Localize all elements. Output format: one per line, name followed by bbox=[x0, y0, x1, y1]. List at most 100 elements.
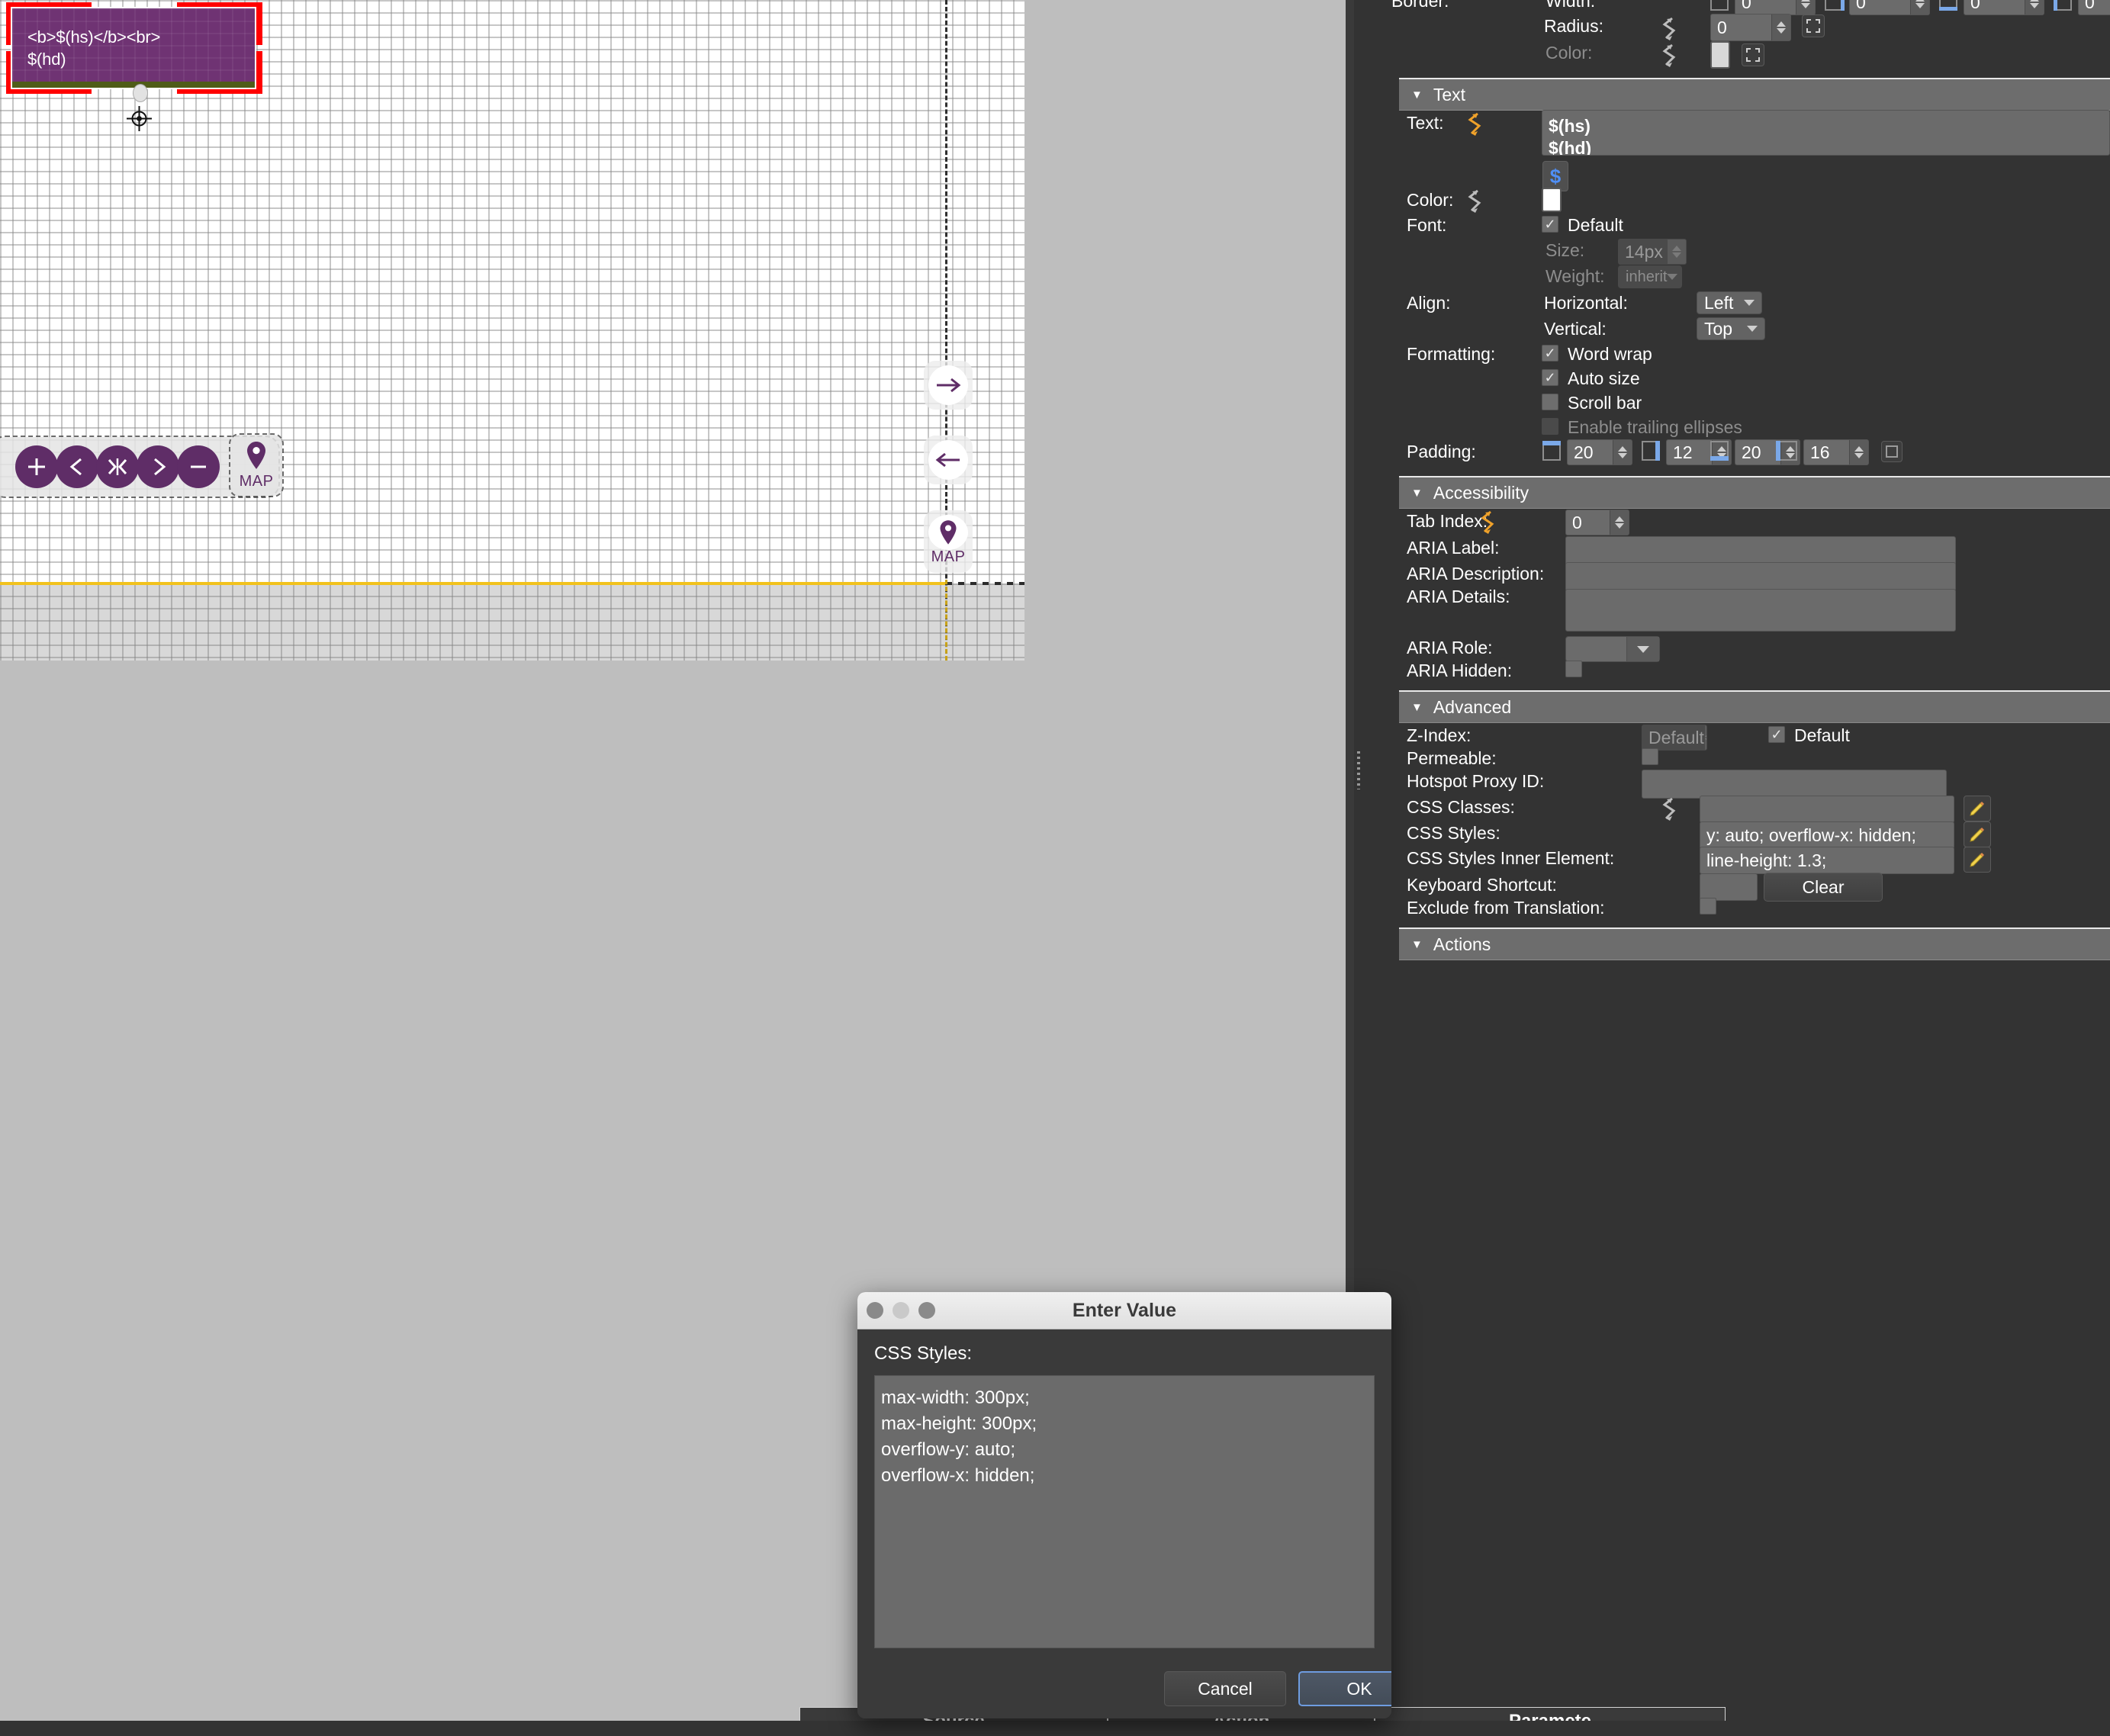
dialog-ok-button[interactable]: OK bbox=[1298, 1671, 1391, 1706]
padding-left-stepper[interactable]: 16 bbox=[1803, 439, 1869, 465]
align-horizontal-select[interactable]: Left bbox=[1697, 291, 1762, 314]
formatting-label: Formatting: bbox=[1407, 344, 1496, 364]
border-edge-marker-bottom bbox=[1939, 7, 1957, 11]
aria-role-select[interactable] bbox=[1565, 636, 1660, 662]
dialog-value-textarea[interactable]: max-width: 300px; max-height: 300px; ove… bbox=[874, 1375, 1375, 1648]
aria-hidden-checkbox[interactable]: ✓ bbox=[1565, 661, 1582, 677]
text-binding-icon[interactable] bbox=[1462, 111, 1485, 137]
enter-value-dialog[interactable]: Enter Value CSS Styles: max-width: 300px… bbox=[857, 1292, 1391, 1718]
css-classes-edit-pencil-icon[interactable] bbox=[1964, 796, 1991, 821]
section-header-text[interactable]: ▼ Text bbox=[1399, 78, 2110, 111]
padding-all-button[interactable] bbox=[1881, 441, 1903, 462]
css-styles-input[interactable]: y: auto; overflow-x: hidden; bbox=[1700, 821, 1954, 849]
dialog-body: CSS Styles: max-width: 300px; max-height… bbox=[857, 1329, 1391, 1718]
text-color-swatch[interactable] bbox=[1542, 188, 1562, 212]
toolbar-plus-button[interactable] bbox=[15, 445, 58, 488]
toolbar-next-button[interactable] bbox=[137, 445, 179, 488]
align-vertical-select[interactable]: Top bbox=[1697, 317, 1765, 340]
border-width-top-icon[interactable] bbox=[1710, 0, 1729, 11]
border-edge-marker-left bbox=[2054, 0, 2057, 11]
insert-variable-button[interactable]: $ bbox=[1542, 161, 1568, 191]
aria-label-input[interactable] bbox=[1565, 536, 1956, 565]
map-button-secondary[interactable]: MAP bbox=[924, 510, 973, 573]
aria-details-textarea[interactable] bbox=[1565, 589, 1956, 632]
trailing-ellipses-checkbox[interactable]: ✓ bbox=[1542, 418, 1558, 435]
hotspot-widget[interactable]: <b>$(hs)</b><br> $(hd) bbox=[11, 7, 256, 89]
toolbar-collapse-button[interactable] bbox=[96, 445, 139, 488]
chevron-down-icon: ▼ bbox=[1411, 88, 1423, 101]
css-styles-inner-input[interactable]: line-height: 1.3; bbox=[1700, 847, 1954, 874]
border-width-top-stepper[interactable]: 0 bbox=[1735, 0, 1816, 15]
text-color-label: Color: bbox=[1407, 190, 1454, 210]
keyboard-shortcut-input[interactable] bbox=[1700, 873, 1758, 901]
css-styles-label: CSS Styles: bbox=[1407, 823, 1500, 843]
css-classes-input[interactable] bbox=[1700, 796, 1954, 823]
padding-top-stepper[interactable]: 20 bbox=[1567, 439, 1632, 465]
aria-details-label: ARIA Details: bbox=[1407, 587, 1510, 606]
toolbar-prev-button[interactable] bbox=[56, 445, 98, 488]
stepper-arrows[interactable] bbox=[1910, 0, 1929, 14]
border-color-sides-button[interactable] bbox=[1742, 43, 1764, 66]
stepper-arrows[interactable] bbox=[1613, 440, 1632, 465]
word-wrap-checkbox[interactable]: ✓ bbox=[1542, 345, 1558, 362]
stepper-arrows[interactable] bbox=[2025, 0, 2044, 14]
padding-edge-bottom bbox=[1710, 456, 1729, 461]
z-index-stepper[interactable]: Default bbox=[1642, 725, 1707, 751]
page-fold-line-dashed bbox=[946, 582, 1024, 585]
padding-left-icon[interactable] bbox=[1779, 441, 1797, 461]
aria-label-label: ARIA Label: bbox=[1407, 538, 1500, 558]
border-width-right-stepper[interactable]: 0 bbox=[1849, 0, 1930, 15]
text-value-textarea[interactable]: $(hs) $(hd) bbox=[1542, 110, 2110, 156]
clear-shortcut-button[interactable]: Clear bbox=[1764, 873, 1883, 902]
rotation-anchor-icon[interactable] bbox=[127, 106, 152, 131]
vertical-guide-lower bbox=[945, 580, 947, 661]
border-radius-corners-button[interactable] bbox=[1802, 14, 1825, 37]
aria-description-input[interactable] bbox=[1565, 562, 1956, 591]
border-color-swatch[interactable] bbox=[1710, 41, 1730, 69]
tab-index-stepper[interactable]: 0 bbox=[1565, 510, 1629, 535]
permeable-checkbox[interactable]: ✓ bbox=[1642, 748, 1658, 765]
scroll-bar-label: Scroll bar bbox=[1568, 393, 1642, 413]
dialog-titlebar[interactable]: Enter Value bbox=[857, 1292, 1391, 1329]
stepper-arrows[interactable] bbox=[1771, 14, 1790, 40]
stepper-arrows[interactable] bbox=[1849, 440, 1868, 465]
stepper-arrows[interactable] bbox=[1796, 0, 1815, 14]
css-classes-binding-icon[interactable] bbox=[1657, 796, 1680, 821]
stepper-arrows[interactable] bbox=[1667, 240, 1686, 264]
scroll-bar-checkbox[interactable]: ✓ bbox=[1542, 394, 1558, 410]
hotspot-proxy-input[interactable] bbox=[1642, 770, 1947, 799]
section-header-advanced[interactable]: ▼ Advanced bbox=[1399, 690, 2110, 723]
radius-binding-icon[interactable] bbox=[1657, 15, 1680, 41]
auto-size-checkbox[interactable]: ✓ bbox=[1542, 369, 1558, 386]
border-radius-stepper[interactable]: 0 bbox=[1710, 14, 1791, 41]
css-styles-edit-pencil-icon[interactable] bbox=[1964, 821, 1991, 847]
stepper-arrows[interactable] bbox=[1703, 725, 1706, 750]
font-default-checkbox[interactable]: ✓ bbox=[1542, 216, 1558, 233]
nav-forward-button[interactable] bbox=[924, 361, 973, 410]
hotspot-text: <b>$(hs)</b><br> $(hd) bbox=[27, 27, 161, 69]
aria-role-label: ARIA Role: bbox=[1407, 638, 1493, 657]
font-weight-select[interactable]: inherit bbox=[1618, 265, 1682, 288]
design-canvas[interactable]: <b>$(hs)</b><br> $(hd) MAP MAP bbox=[0, 0, 1024, 661]
stepper-arrows[interactable] bbox=[1610, 510, 1629, 535]
border-color-binding-icon[interactable] bbox=[1657, 42, 1680, 68]
toolbar-minus-button[interactable] bbox=[177, 445, 220, 488]
nav-back-button[interactable] bbox=[924, 436, 973, 484]
padding-edge-top bbox=[1542, 441, 1561, 445]
z-index-default-checkbox[interactable]: ✓ bbox=[1768, 726, 1785, 743]
section-title: Accessibility bbox=[1433, 482, 1529, 503]
font-size-stepper[interactable]: 14px bbox=[1618, 239, 1687, 265]
border-width-bottom-stepper[interactable]: 0 bbox=[1964, 0, 2044, 15]
dialog-cancel-button[interactable]: Cancel bbox=[1164, 1671, 1286, 1706]
exclude-translation-checkbox[interactable]: ✓ bbox=[1700, 898, 1716, 915]
section-header-actions[interactable]: ▼ Actions bbox=[1399, 927, 2110, 960]
css-styles-inner-edit-pencil-icon[interactable] bbox=[1964, 847, 1991, 873]
section-title: Advanced bbox=[1433, 696, 1512, 717]
resize-handle-bottom[interactable] bbox=[133, 84, 148, 102]
tab-index-binding-icon[interactable] bbox=[1475, 509, 1498, 535]
map-button-label: MAP bbox=[931, 548, 966, 565]
border-width-left-stepper[interactable]: 0 bbox=[2078, 0, 2110, 15]
text-color-binding-icon[interactable] bbox=[1462, 188, 1485, 214]
section-header-accessibility[interactable]: ▼ Accessibility bbox=[1399, 476, 2110, 509]
map-button-primary[interactable]: MAP bbox=[229, 433, 284, 497]
